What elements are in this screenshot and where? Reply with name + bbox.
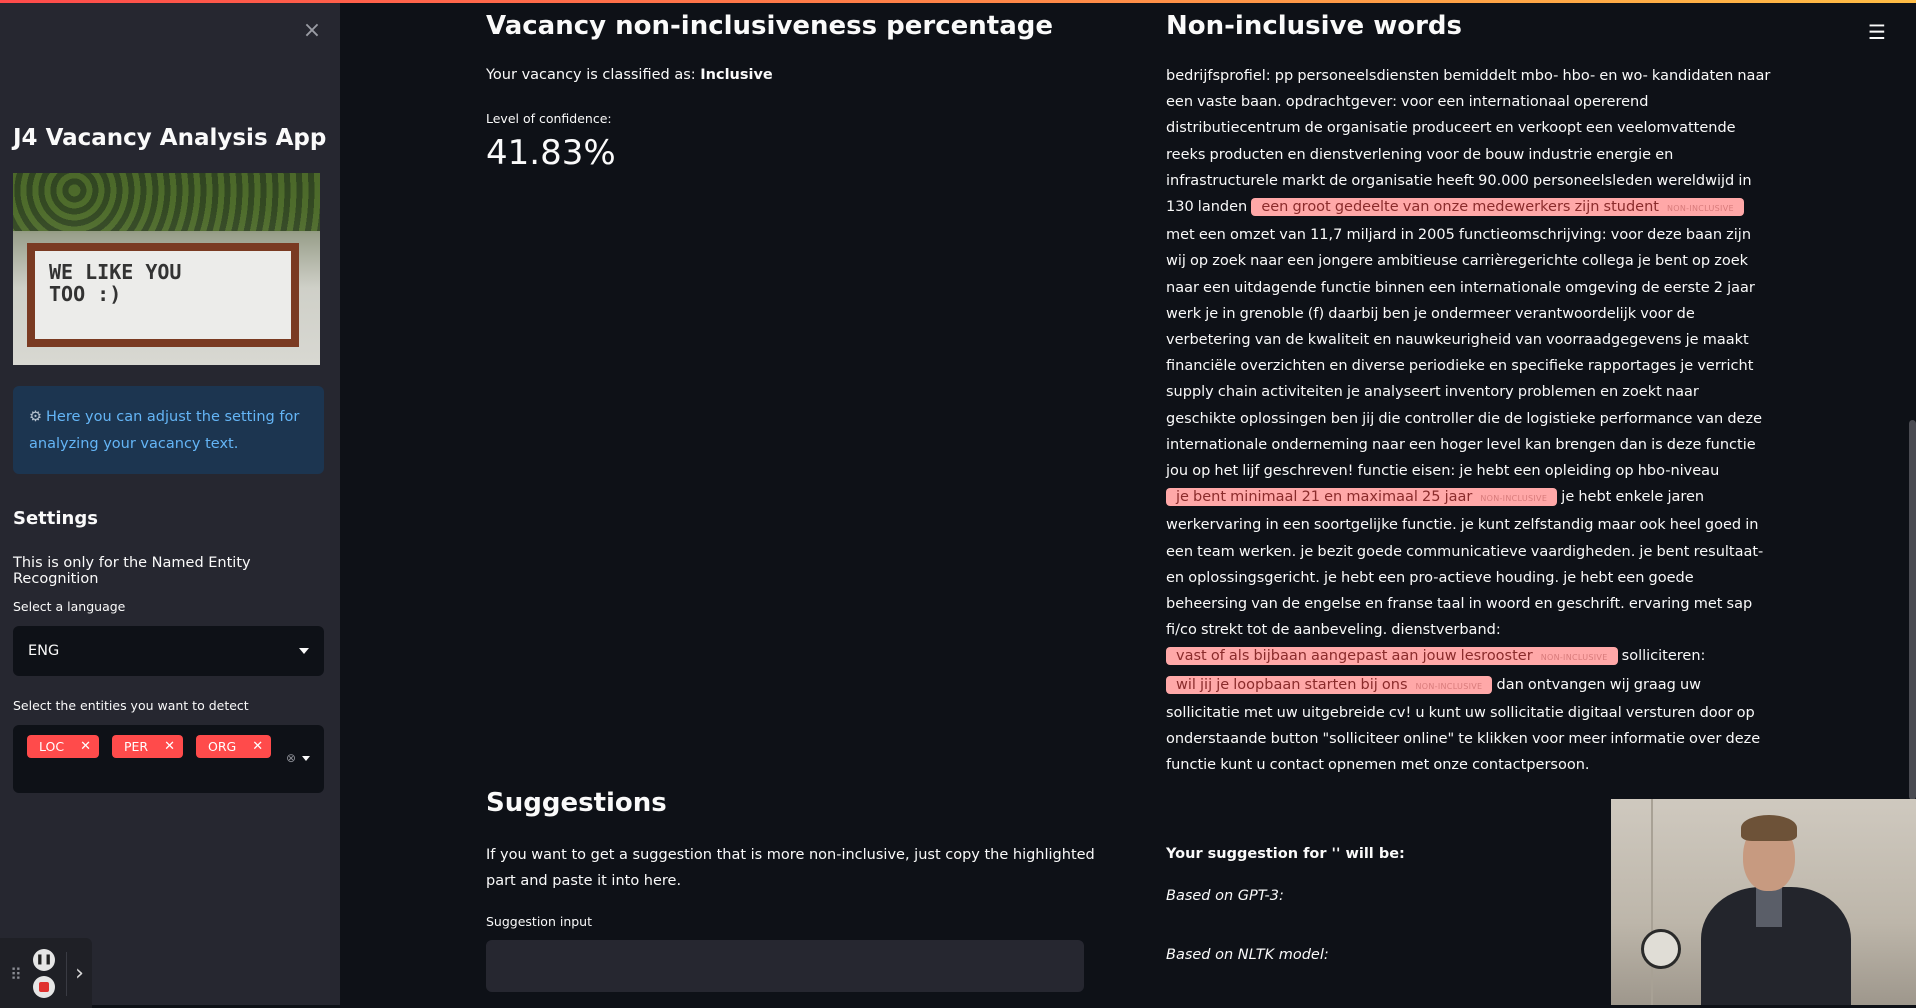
text-segment: bedrijfsprofiel: pp personeelsdiensten b…	[1166, 68, 1771, 216]
app-title: J4 Vacancy Analysis App	[13, 125, 327, 151]
vacancy-heading: Vacancy non-inclusiveness percentage	[486, 11, 1054, 41]
chevron-down-icon	[299, 648, 309, 654]
highlight-label: NON-INCLUSIVE	[1666, 204, 1734, 214]
gpt-suggestion-label: Based on GPT-3:	[1166, 888, 1284, 904]
classification-value: Inclusive	[700, 67, 773, 83]
highlight-text: een groot gedeelte van onze medewerkers …	[1261, 199, 1659, 216]
pause-icon[interactable]: ❚❚	[33, 949, 55, 971]
webcam-lamp	[1641, 929, 1681, 969]
chevron-down-icon[interactable]	[302, 755, 310, 761]
remove-tag-icon[interactable]: ✕	[80, 739, 91, 754]
noninclusive-highlight: een groot gedeelte van onze medewerkers …	[1251, 198, 1744, 217]
highlight-label: NON-INCLUSIVE	[1415, 681, 1483, 691]
text-segment: solliciteren:	[1617, 648, 1706, 665]
classification-text: Your vacancy is classified as: Inclusive	[486, 67, 773, 83]
multiselect-controls: ⊗	[286, 751, 310, 765]
info-box: ⚙ Here you can adjust the setting for ana…	[13, 386, 324, 474]
entity-tag-label: LOC	[39, 739, 65, 754]
webcam-wall	[1651, 799, 1653, 1005]
suggestion-input-label: Suggestion input	[486, 914, 592, 929]
suggestion-input[interactable]	[486, 940, 1084, 992]
sidebar: × J4 Vacancy Analysis App WE LIKE YOU TO…	[0, 3, 340, 1008]
suggestions-description: If you want to get a suggestion that is …	[486, 847, 1095, 889]
noninclusive-highlight: wil jij je loopbaan starten bij ons NON-I…	[1166, 675, 1493, 694]
drag-handle-icon[interactable]: ⠿	[10, 965, 22, 984]
confidence-label: Level of confidence:	[486, 111, 612, 126]
clear-all-icon[interactable]: ⊗	[286, 751, 296, 765]
language-label: Select a language	[13, 599, 126, 614]
entity-tag-label: ORG	[208, 739, 237, 754]
highlight-text: vast of als bijbaan aangepast aan jouw l…	[1176, 648, 1533, 665]
stop-record-icon[interactable]	[33, 976, 55, 998]
recording-controls: ⠿ ❚❚ ›	[0, 938, 92, 1008]
chevron-right-icon[interactable]: ›	[66, 952, 92, 996]
gear-icon: ⚙	[29, 409, 42, 425]
confidence-value: 41.83%	[486, 133, 616, 173]
suggestions-heading: Suggestions	[486, 788, 667, 818]
your-suggestion-label: Your suggestion for '' will be:	[1166, 846, 1405, 862]
entity-tag-label: PER	[124, 739, 149, 754]
highlight-label: NON-INCLUSIVE	[1480, 494, 1548, 504]
vacancy-text: bedrijfsprofiel: pp personeelsdiensten b…	[1166, 63, 1771, 778]
language-select[interactable]: ENG	[13, 626, 324, 676]
settings-note: This is only for the Named Entity Recogn…	[13, 555, 251, 587]
sidebar-image: WE LIKE YOU TOO :)	[13, 173, 320, 365]
highlight-text: je bent minimaal 21 en maximaal 25 jaar	[1176, 489, 1473, 506]
settings-heading: Settings	[13, 508, 98, 529]
noninclusive-highlight: vast of als bijbaan aangepast aan jouw l…	[1166, 647, 1618, 666]
close-icon[interactable]: ×	[300, 19, 324, 43]
text-segment: je hebt enkele jaren werkervaring in een…	[1166, 489, 1764, 639]
webcam-person-hair	[1741, 815, 1797, 841]
scrollbar[interactable]	[1909, 420, 1916, 800]
entities-multiselect[interactable]: LOC ✕ PER ✕ ORG ✕ ⊗	[13, 725, 324, 793]
entity-tag-org: ORG ✕	[196, 735, 272, 758]
image-foliage	[13, 173, 320, 231]
noninclusive-highlight: je bent minimaal 21 en maximaal 25 jaar N…	[1166, 488, 1558, 507]
highlight-text: wil jij je loopbaan starten bij ons	[1176, 676, 1408, 693]
info-text: Here you can adjust the setting for anal…	[29, 409, 300, 452]
classification-prefix: Your vacancy is classified as:	[486, 67, 701, 83]
hamburger-menu-icon[interactable]: ☰	[1868, 20, 1886, 44]
image-sign-text: WE LIKE YOU TOO :)	[49, 260, 182, 306]
language-value: ENG	[28, 643, 60, 659]
highlight-label: NON-INCLUSIVE	[1540, 653, 1608, 663]
webcam-person-shirt	[1756, 887, 1782, 927]
image-sign: WE LIKE YOU TOO :)	[27, 243, 299, 347]
webcam-overlay	[1611, 799, 1916, 1005]
entities-label: Select the entities you want to detect	[13, 698, 249, 713]
nltk-suggestion-label: Based on NLTK model:	[1166, 947, 1329, 963]
entity-tag-loc: LOC ✕	[27, 735, 99, 758]
remove-tag-icon[interactable]: ✕	[164, 739, 175, 754]
text-segment: met een omzet van 11,7 miljard in 2005 f…	[1166, 227, 1762, 480]
noninclusive-heading: Non-inclusive words	[1166, 11, 1462, 41]
entity-tag-per: PER ✕	[112, 735, 184, 758]
remove-tag-icon[interactable]: ✕	[252, 739, 263, 754]
